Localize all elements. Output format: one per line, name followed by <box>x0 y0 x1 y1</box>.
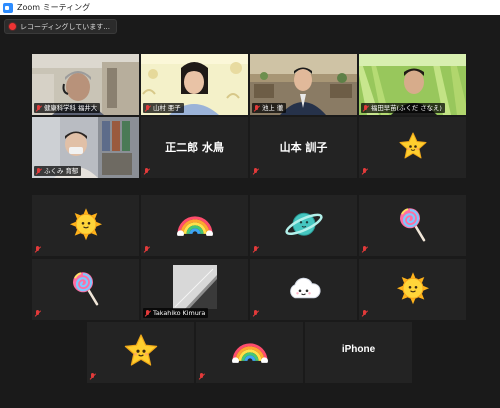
participant-display-name: 山本 訓子 <box>279 141 328 154</box>
sun-face-icon <box>69 207 102 240</box>
muted-mic-icon <box>199 373 205 380</box>
cloud-face-icon <box>289 277 321 298</box>
window-title: Zoom ミーティング <box>17 3 91 12</box>
participant-tile[interactable] <box>32 195 139 256</box>
muted-mic-icon <box>35 310 41 317</box>
ringed-planet-icon <box>284 212 323 236</box>
recording-indicator[interactable]: レコーディングしています... <box>4 19 117 34</box>
muted-mic-icon <box>253 168 259 175</box>
participant-tile[interactable] <box>87 322 194 383</box>
zoom-app-icon <box>3 2 13 13</box>
muted-mic-icon <box>35 246 41 253</box>
muted-mic-icon <box>145 309 151 317</box>
muted-mic-icon <box>253 246 259 253</box>
participant-tile[interactable] <box>250 259 357 320</box>
participant-tile[interactable] <box>32 259 139 320</box>
participant-name-tag: 福田早苗(ふくだ さなえ) <box>361 103 445 113</box>
participant-tile[interactable]: 池上 徹 <box>250 54 357 115</box>
recording-label: レコーディングしています... <box>20 22 110 31</box>
participant-tile[interactable] <box>359 259 466 320</box>
muted-mic-icon <box>362 310 368 317</box>
muted-mic-icon <box>144 246 150 253</box>
window-titlebar: Zoom ミーティング <box>0 0 500 15</box>
lollipop-icon <box>399 207 425 241</box>
rainbow-icon <box>231 342 268 363</box>
muted-mic-icon <box>144 168 150 175</box>
participant-tile[interactable]: 山本 訓子 <box>250 117 357 178</box>
star-face-icon <box>399 132 426 158</box>
muted-mic-icon <box>145 104 151 112</box>
participant-tile[interactable] <box>359 117 466 178</box>
participant-display-name: 正二郎 水鳥 <box>165 141 224 154</box>
participant-tile[interactable]: Takahiko Kimura <box>141 259 248 320</box>
meeting-gallery: レコーディングしています... 健康科学科 福井大 山村 亜子 池上 徹 福田早… <box>0 15 500 408</box>
star-face-icon <box>124 333 157 366</box>
sun-face-icon <box>396 271 429 304</box>
muted-mic-icon <box>362 246 368 253</box>
participant-name-tag: 健康科学科 福井大 <box>34 103 101 113</box>
participant-tile[interactable] <box>141 195 248 256</box>
participant-name-tag: 山村 亜子 <box>143 103 184 113</box>
rainbow-icon <box>176 215 213 236</box>
participant-tile[interactable]: 健康科学科 福井大 <box>32 54 139 115</box>
participant-tile[interactable]: 正二郎 水鳥 <box>141 117 248 178</box>
participant-tile[interactable]: 福田早苗(ふくだ さなえ) <box>359 54 466 115</box>
participant-tile[interactable] <box>359 195 466 256</box>
lollipop-icon <box>72 271 98 305</box>
participant-tile[interactable]: 山村 亜子 <box>141 54 248 115</box>
muted-mic-icon <box>253 310 259 317</box>
participant-tile[interactable] <box>250 195 357 256</box>
participant-name-tag: ふくみ 育郁 <box>34 166 82 176</box>
muted-mic-icon <box>254 104 260 112</box>
muted-mic-icon <box>362 168 368 175</box>
muted-mic-icon <box>90 373 96 380</box>
muted-mic-icon <box>363 104 369 112</box>
recording-dot-icon <box>9 23 16 30</box>
muted-mic-icon <box>36 167 42 175</box>
participant-tile[interactable]: iPhone <box>305 322 412 383</box>
muted-mic-icon <box>36 104 42 112</box>
participant-tile[interactable]: ふくみ 育郁 <box>32 117 139 178</box>
participant-display-name: iPhone <box>341 344 376 355</box>
participant-name-tag: 池上 徹 <box>252 103 287 113</box>
participant-tile[interactable] <box>196 322 303 383</box>
participant-name-tag: Takahiko Kimura <box>143 308 209 318</box>
